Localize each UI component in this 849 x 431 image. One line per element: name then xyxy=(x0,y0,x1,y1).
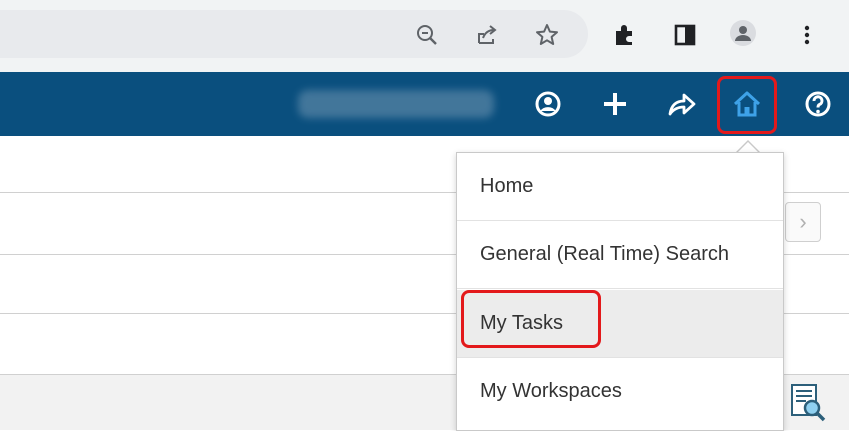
menu-item-general-search[interactable]: General (Real Time) Search xyxy=(457,221,783,289)
share-icon[interactable] xyxy=(474,22,500,48)
menu-item-my-workspaces[interactable]: My Workspaces xyxy=(457,358,783,426)
user-name-blurred xyxy=(298,90,494,118)
help-icon[interactable] xyxy=(800,86,836,122)
side-panel-icon[interactable] xyxy=(672,22,698,48)
menu-item-home[interactable]: Home xyxy=(457,153,783,221)
zoom-out-icon[interactable] xyxy=(414,22,440,48)
user-icon[interactable] xyxy=(530,86,566,122)
forward-icon[interactable] xyxy=(663,86,699,122)
more-icon[interactable] xyxy=(794,22,820,48)
profile-icon[interactable] xyxy=(730,20,756,46)
star-icon[interactable] xyxy=(534,22,560,48)
next-page-button[interactable]: › xyxy=(785,202,821,242)
plus-icon[interactable] xyxy=(597,86,633,122)
report-search-icon[interactable] xyxy=(788,383,828,423)
extensions-icon[interactable] xyxy=(612,22,638,48)
my-tasks-annotation-box xyxy=(461,290,601,348)
home-annotation-box xyxy=(717,76,777,134)
